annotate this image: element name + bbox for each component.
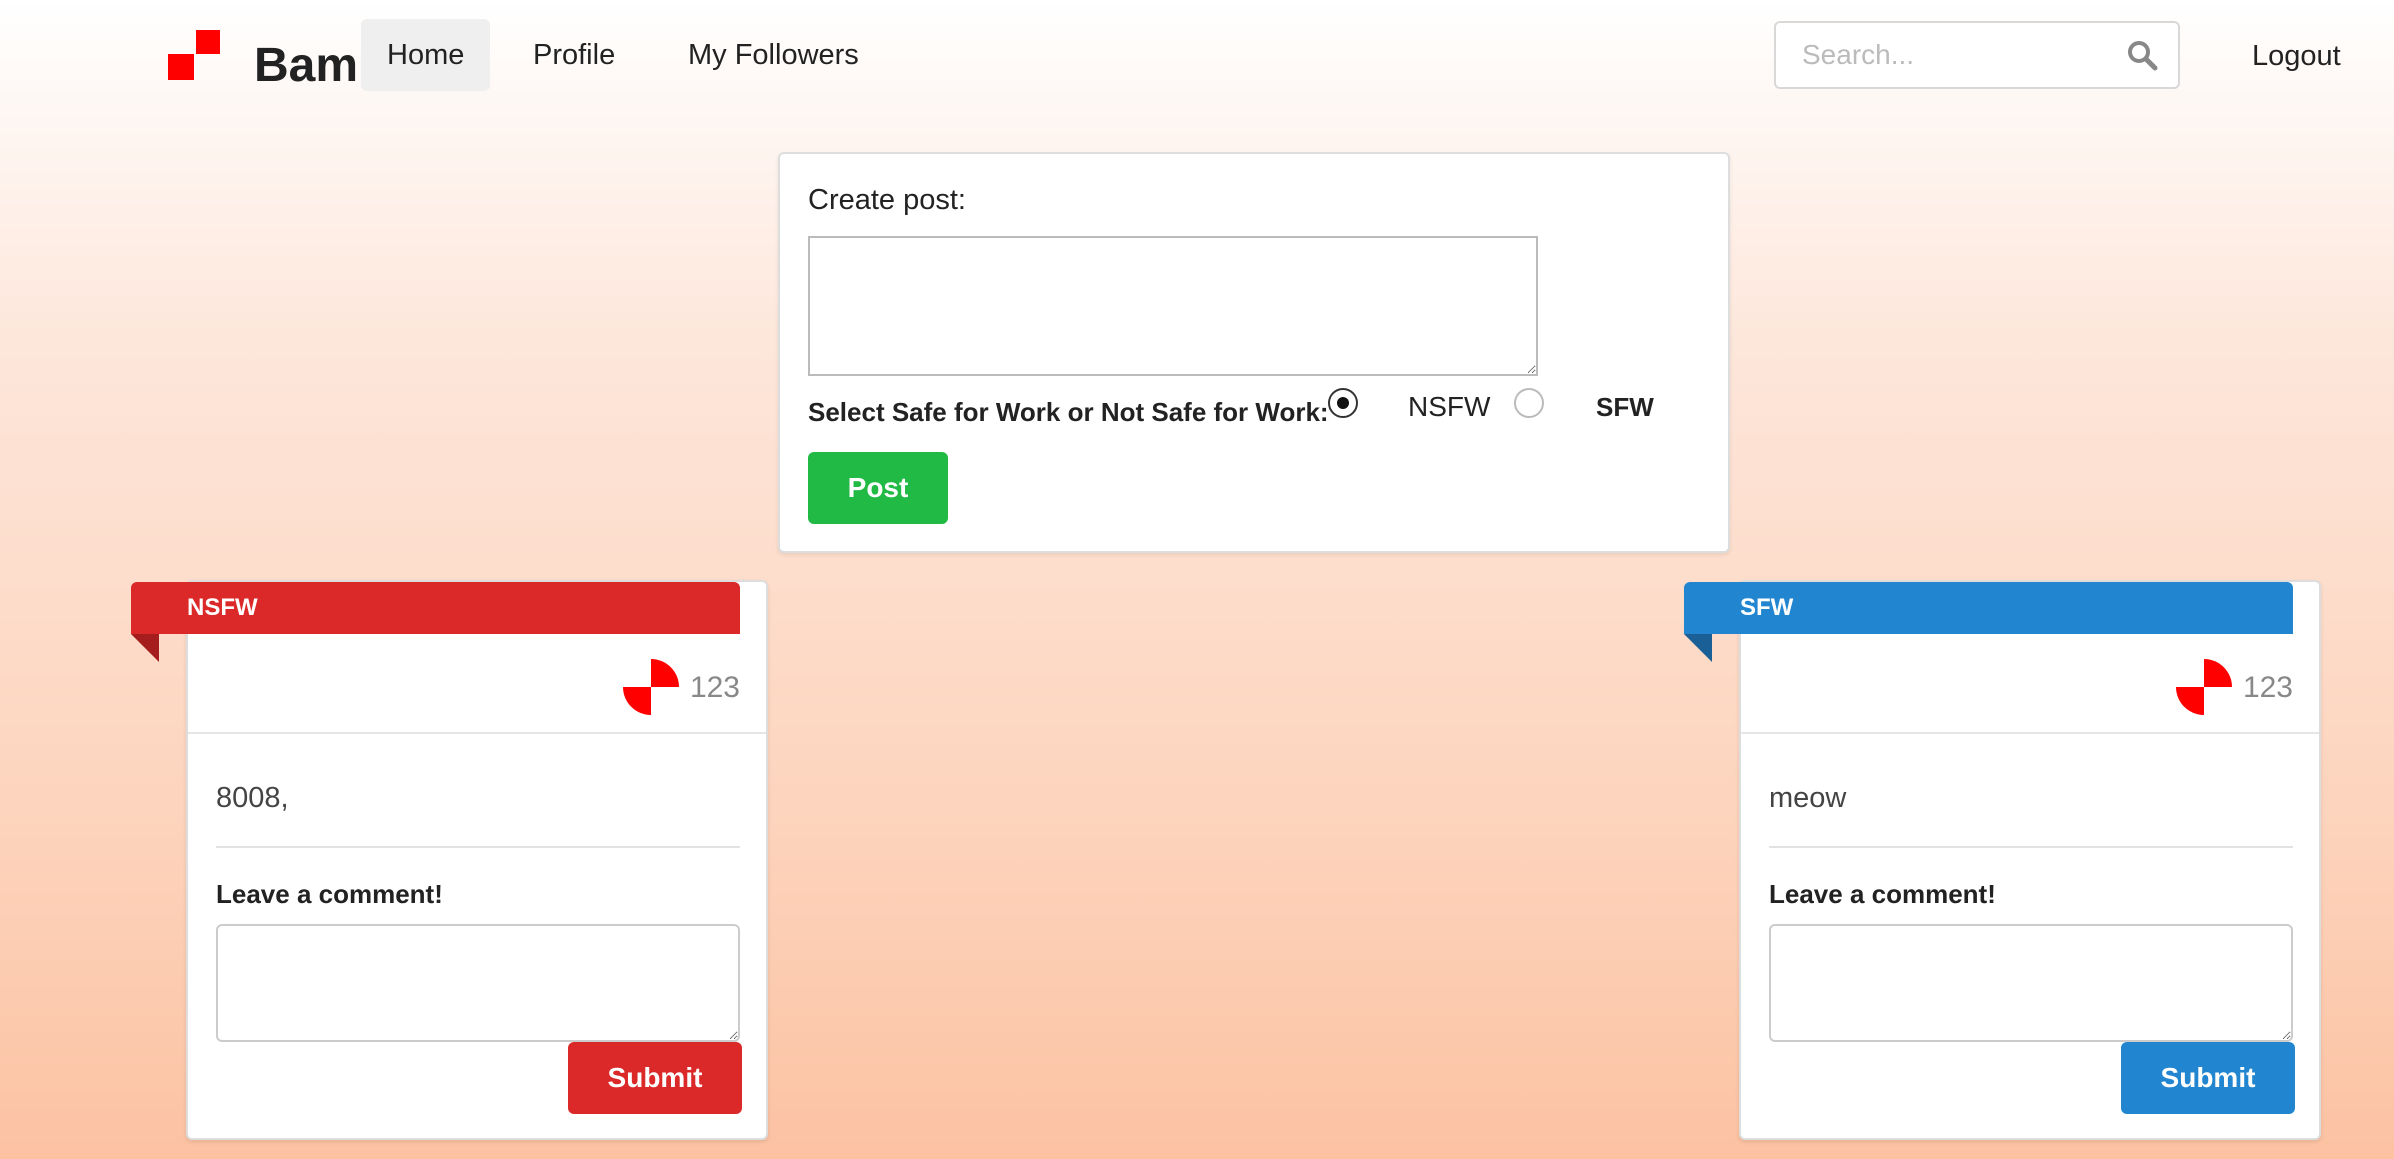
post-body-text: 8008, xyxy=(216,782,289,814)
post-button[interactable]: Post xyxy=(808,452,948,524)
safety-select-label: Select Safe for Work or Not Safe for Wor… xyxy=(808,397,1329,427)
comment-textarea[interactable] xyxy=(1769,924,2293,1042)
logout-link[interactable]: Logout xyxy=(2252,36,2341,76)
brand-name[interactable]: Bam xyxy=(254,36,358,96)
comment-label: Leave a comment! xyxy=(216,879,443,909)
nav-profile[interactable]: Profile xyxy=(507,19,641,91)
create-post-textarea[interactable] xyxy=(808,236,1538,376)
search-box xyxy=(1774,21,2180,89)
post-card-sfw: 123 meow Leave a comment! Submit xyxy=(1739,580,2321,1140)
post-header: 123 xyxy=(1741,634,2319,734)
post-body-text: meow xyxy=(1769,782,1847,814)
submit-comment-button[interactable]: Submit xyxy=(2121,1042,2295,1114)
comment-label: Leave a comment! xyxy=(1769,879,1996,909)
search-icon[interactable] xyxy=(2126,39,2158,71)
post-divider xyxy=(1769,846,2293,848)
avatar-icon xyxy=(623,659,679,715)
nav-my-followers[interactable]: My Followers xyxy=(662,19,885,91)
sfw-radio-label: SFW xyxy=(1596,392,1654,422)
post-card-nsfw: 123 8008, Leave a comment! Submit xyxy=(186,580,768,1140)
post-header: 123 xyxy=(188,634,766,734)
create-post-card: Create post: Select Safe for Work or Not… xyxy=(778,152,1730,553)
nav-home[interactable]: Home xyxy=(361,19,491,91)
nsfw-ribbon: NSFW xyxy=(131,582,740,634)
search-input[interactable] xyxy=(1776,23,2116,87)
comment-textarea[interactable] xyxy=(216,924,740,1042)
logo-icon[interactable] xyxy=(168,30,220,80)
create-post-label: Create post: xyxy=(808,184,966,216)
post-likes-count: 123 xyxy=(2242,671,2293,704)
nsfw-radio[interactable] xyxy=(1328,388,1358,418)
avatar-icon xyxy=(2176,659,2232,715)
sfw-radio[interactable] xyxy=(1514,388,1544,418)
nsfw-radio-label: NSFW xyxy=(1408,391,1491,422)
post-divider xyxy=(216,846,740,848)
submit-comment-button[interactable]: Submit xyxy=(568,1042,742,1114)
sfw-ribbon-fold xyxy=(1684,634,1712,662)
top-nav: Bam Home Profile My Followers Logout xyxy=(0,0,2394,110)
nsfw-ribbon-fold xyxy=(131,634,159,662)
sfw-ribbon: SFW xyxy=(1684,582,2293,634)
post-likes-count: 123 xyxy=(689,671,740,704)
